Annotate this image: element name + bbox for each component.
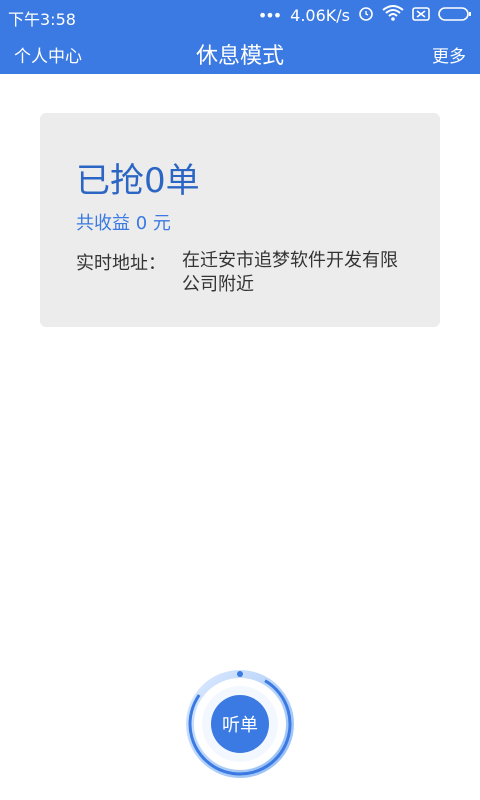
status-time: 下午3:58 [8,10,76,29]
earnings-text: 共收益 0 元 [76,213,171,234]
address-value: 在迁安市追梦软件开发有限公司附近 [182,250,398,295]
orders-count: 已抢0单 [76,161,200,201]
dots-icon: ••• [257,5,282,25]
network-speed: 4.06K/s [290,5,350,25]
summary-card: 已抢0单 共收益 0 元 实时地址： 在迁安市追梦软件开发有限公司附近 [40,113,440,327]
wifi-icon [382,5,404,25]
app-header: 个人中心 休息模式 更多 [0,32,480,74]
sim-icon [412,6,430,25]
address-label: 实时地址： [76,253,166,274]
listen-control[interactable]: 听单 [180,664,300,784]
status-bar: 下午3:58 ••• 4.06K/s [0,0,480,32]
page-title: 休息模式 [195,44,284,69]
status-right-group: ••• 4.06K/s [258,5,472,25]
more-link[interactable]: 更多 [432,42,466,67]
alarm-icon [358,5,374,25]
listen-button[interactable]: 听单 [211,695,269,753]
battery-icon [438,6,472,25]
